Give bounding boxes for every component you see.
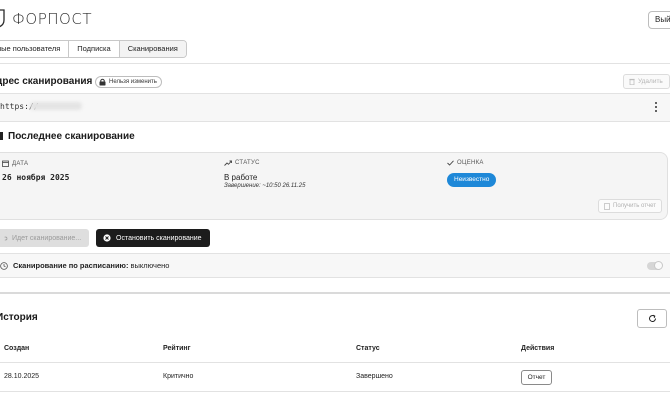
get-report-label: Получить отчет [613,203,657,209]
column-header-created[interactable]: Создан [4,345,29,352]
column-header-status[interactable]: Статус [356,345,380,352]
row-status: Завершено [356,373,393,380]
date-column-label: ДАТА [2,160,28,167]
tab-user-data[interactable]: ные пользователя [0,41,70,57]
profile-tabs: ные пользователя Подписка Сканирования [0,40,187,58]
scan-running-button[interactable]: Идет сканирование... [0,229,89,247]
stop-scan-label: Остановить сканирование [116,234,202,242]
check-icon [447,160,454,166]
delete-button[interactable]: Удалить [623,74,670,89]
trash-icon [629,78,635,85]
stop-circle-icon [103,234,111,242]
shield-logo-icon [0,9,5,28]
get-report-button[interactable]: Получить отчет [598,199,662,213]
delete-label: Удалить [638,78,663,85]
rating-column-label: ОЦЕНКА [447,160,484,166]
row-created: 28.10.2025 [4,373,40,380]
rating-label: ОЦЕНКА [457,160,484,166]
date-label: ДАТА [12,160,29,167]
schedule-value: выключено [130,261,170,270]
logout-button[interactable]: Выйти [648,11,670,29]
calendar-icon [2,160,9,167]
scan-finish-value: Завершение: ~10:50 26.11.25 [224,183,306,189]
last-scan-title: Последнее сканирование [8,131,135,142]
file-icon [604,202,610,210]
table-header-divider [0,362,670,363]
refresh-icon [648,314,656,322]
column-header-actions: Действия [521,345,555,352]
tab-scans[interactable]: Сканирования [119,41,186,57]
url-bottom-divider [0,121,670,122]
status-column-label: СТАТУС [224,160,260,166]
scan-status-value: В работе [224,173,258,182]
table-row-divider [0,391,670,392]
scan-address-title: дрес сканирования [0,76,93,87]
schedule-toggle-knob[interactable] [654,261,663,270]
status-label: СТАТУС [235,160,260,166]
history-title: История [0,312,38,323]
url-redacted [30,102,82,110]
schedule-bottom-divider [0,277,670,278]
schedule-row: Сканирование по расписанию: выключено [0,261,169,270]
header-divider [0,63,670,64]
section-separator [0,292,670,294]
clock-icon [0,261,8,270]
scan-date-value: 26 ноября 2025 [2,173,70,182]
more-options-icon[interactable] [654,101,658,113]
last-scan-card [0,152,668,220]
document-icon [0,132,3,140]
immutable-chip: Нельзя изменить [95,76,162,88]
schedule-label: Сканирование по расписанию: [13,261,129,270]
stop-scan-button[interactable]: Остановить сканирование [96,229,210,247]
scan-running-label: Идет сканирование... [12,234,82,242]
trend-icon [224,160,232,166]
immutable-label: Нельзя изменить [109,79,157,85]
column-header-rating[interactable]: Рейтинг [163,345,191,352]
lock-icon [99,78,106,86]
logo-text: ФОРПОСТ [12,10,92,28]
tab-subscription[interactable]: Подписка [69,41,120,57]
refresh-button[interactable] [637,309,667,328]
row-rating: Критично [163,373,194,380]
spinner-icon [3,236,8,240]
url-band [0,94,670,121]
report-button[interactable]: Отчет [521,370,552,385]
rating-badge: Неизвестно [447,173,497,187]
